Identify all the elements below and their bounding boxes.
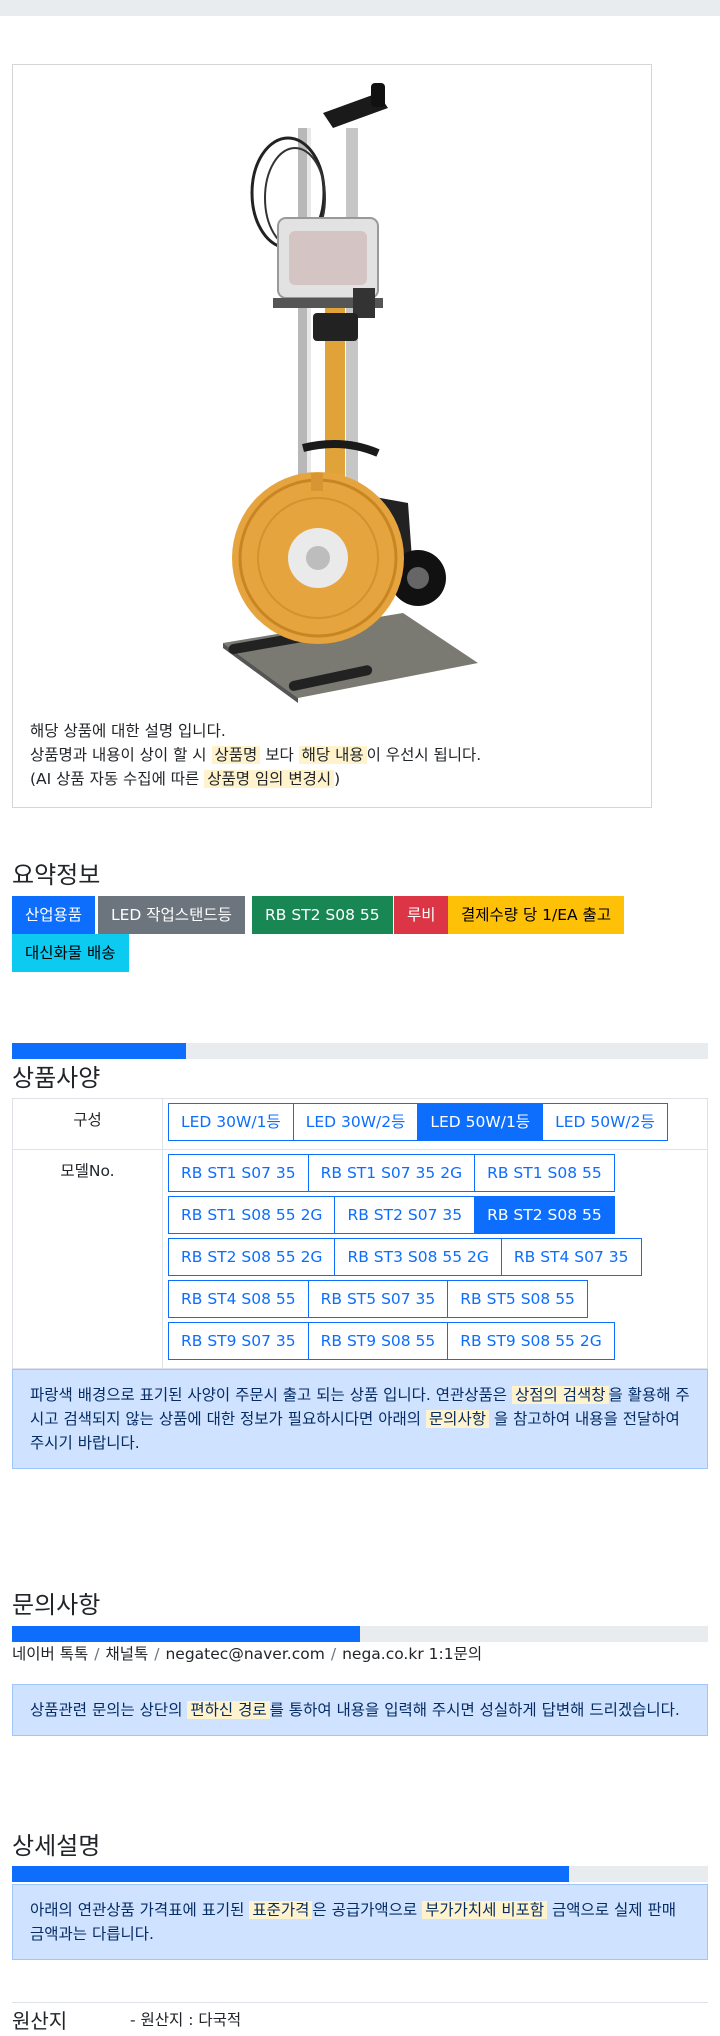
option-composition-selected[interactable]: LED 50W/1등 bbox=[417, 1103, 544, 1141]
badge-subcategory: LED 작업스탠드등 bbox=[98, 896, 245, 934]
spec-row-model: 모델No. RB ST1 S07 35 RB ST1 S07 35 2G RB ST… bbox=[12, 1149, 708, 1369]
option-row: RB ST1 S08 55 2G RB ST2 S07 35 RB ST2 S08 … bbox=[168, 1196, 707, 1238]
origin-value: - 원산지 : 다국적 bbox=[130, 2011, 242, 2029]
option-model[interactable]: RB ST3 S08 55 2G bbox=[334, 1238, 502, 1276]
spec-progress-fill bbox=[12, 1043, 186, 1059]
spec-notice: 파랑색 배경으로 표기된 사양이 주문시 출고 되는 상품 입니다. 연관상품은… bbox=[12, 1369, 708, 1469]
spec-row-composition: 구성 LED 30W/1등 LED 30W/2등 LED 50W/1등 LED 50W… bbox=[12, 1098, 708, 1150]
option-model-selected[interactable]: RB ST2 S08 55 bbox=[474, 1196, 615, 1234]
badge-shipping: 대신화물 배송 bbox=[12, 934, 129, 972]
detail-notice: 아래의 연관상품 가격표에 표기된 표준가격 은 공급가액으로 부가가치세 비포함… bbox=[12, 1884, 708, 1960]
badge-category: 산업용품 bbox=[12, 896, 96, 934]
option-row: RB ST1 S07 35 RB ST1 S07 35 2G RB ST1 S08 … bbox=[168, 1154, 707, 1196]
description-text: (AI 상품 자동 수집에 따른 bbox=[30, 770, 205, 788]
badge-brand: 루비 bbox=[394, 896, 449, 934]
notice-text: 은 공급가액으로 bbox=[312, 1901, 423, 1919]
spec-label-model: 모델No. bbox=[12, 1149, 163, 1369]
summary-title: 요약정보 bbox=[12, 861, 101, 889]
channel-website-inquiry[interactable]: nega.co.kr 1:1문의 bbox=[342, 1645, 482, 1663]
product-description: 해당 상품에 대한 설명 입니다. 상품명과 내용이 상이 할 시 상품명 보다… bbox=[30, 719, 481, 791]
option-model[interactable]: RB ST4 S08 55 bbox=[168, 1280, 309, 1318]
option-model[interactable]: RB ST9 S07 35 bbox=[168, 1322, 309, 1360]
option-model[interactable]: RB ST1 S08 55 2G bbox=[168, 1196, 336, 1234]
notice-text: 파랑색 배경으로 표기된 사양이 주문시 출고 되는 상품 입니다. 연관상품은 bbox=[30, 1386, 512, 1404]
description-text: 이 우선시 됩니다. bbox=[366, 746, 482, 764]
option-composition[interactable]: LED 50W/2등 bbox=[542, 1103, 668, 1141]
option-model[interactable]: RB ST1 S07 35 bbox=[168, 1154, 309, 1192]
detail-title: 상세설명 bbox=[12, 1832, 101, 1860]
spec-progress bbox=[12, 1043, 708, 1059]
option-model[interactable]: RB ST5 S07 35 bbox=[307, 1280, 449, 1318]
highlight-product-name: 상품명 bbox=[211, 746, 261, 764]
option-row: LED 30W/1등 LED 30W/2등 LED 50W/1등 LED 50W/2등 bbox=[168, 1103, 707, 1145]
channel-naver-talk[interactable]: 네이버 톡톡 bbox=[12, 1645, 88, 1663]
channel-separator: / bbox=[94, 1645, 100, 1663]
option-model[interactable]: RB ST1 S08 55 bbox=[474, 1154, 615, 1192]
description-line-3: (AI 상품 자동 수집에 따른 상품명 임의 변경시) bbox=[30, 767, 481, 791]
option-row: RB ST4 S08 55 RB ST5 S07 35 RB ST5 S08 55 bbox=[168, 1280, 707, 1322]
inquiry-progress-fill bbox=[12, 1626, 360, 1642]
option-composition[interactable]: LED 30W/1등 bbox=[168, 1103, 294, 1141]
highlight-inquiry: 문의사항 bbox=[425, 1410, 489, 1428]
highlight-standard-price: 표준가격 bbox=[249, 1901, 313, 1919]
option-model[interactable]: RB ST4 S07 35 bbox=[500, 1238, 642, 1276]
option-model[interactable]: RB ST2 S07 35 bbox=[334, 1196, 476, 1234]
option-model[interactable]: RB ST9 S08 55 2G bbox=[447, 1322, 615, 1360]
composition-options: LED 30W/1등 LED 30W/2등 LED 50W/1등 LED 50W/2등 bbox=[162, 1098, 708, 1150]
highlight-name-change: 상품명 임의 변경시 bbox=[204, 770, 335, 788]
highlight-vat-excluded: 부가가치세 비포함 bbox=[422, 1901, 548, 1919]
highlight-convenient-route: 편하신 경로 bbox=[187, 1701, 270, 1719]
inquiry-notice: 상품관련 문의는 상단의 편하신 경로 를 통하여 내용을 입력해 주시면 성실하… bbox=[12, 1684, 708, 1736]
description-line-2: 상품명과 내용이 상이 할 시 상품명 보다 해당 내용 이 우선시 됩니다. bbox=[30, 743, 481, 767]
description-text: 상품명과 내용이 상이 할 시 bbox=[30, 746, 212, 764]
option-model[interactable]: RB ST5 S08 55 bbox=[447, 1280, 588, 1318]
description-line-1: 해당 상품에 대한 설명 입니다. bbox=[30, 722, 226, 740]
option-row: RB ST9 S07 35 RB ST9 S08 55 RB ST9 S08 55 … bbox=[168, 1322, 707, 1364]
detail-progress bbox=[12, 1866, 708, 1882]
badge-model: RB ST2 S08 55 bbox=[252, 896, 393, 934]
description-text: 보다 bbox=[260, 746, 299, 764]
notice-text: 아래의 연관상품 가격표에 표기된 bbox=[30, 1901, 250, 1919]
channel-channeltalk[interactable]: 채널톡 bbox=[105, 1645, 148, 1663]
product-card: 해당 상품에 대한 설명 입니다. 상품명과 내용이 상이 할 시 상품명 보다… bbox=[12, 64, 652, 808]
option-composition[interactable]: LED 30W/2등 bbox=[292, 1103, 419, 1141]
notice-text: 상품관련 문의는 상단의 bbox=[30, 1701, 188, 1719]
option-model[interactable]: RB ST2 S08 55 2G bbox=[168, 1238, 336, 1276]
option-row: RB ST2 S08 55 2G RB ST3 S08 55 2G RB ST4 S… bbox=[168, 1238, 707, 1280]
option-model[interactable]: RB ST9 S08 55 bbox=[307, 1322, 449, 1360]
detail-progress-fill bbox=[12, 1866, 569, 1882]
origin-label: 원산지 bbox=[12, 2009, 68, 2033]
highlight-search-box: 상점의 검색창 bbox=[512, 1386, 609, 1404]
badge-quantity: 결제수량 당 1/EA 출고 bbox=[448, 896, 625, 934]
model-options: RB ST1 S07 35 RB ST1 S07 35 2G RB ST1 S08 … bbox=[162, 1149, 708, 1369]
inquiry-channels: 네이버 톡톡 / 채널톡 / negatec@naver.com / nega.co.kr … bbox=[12, 1642, 482, 1664]
top-bar bbox=[0, 0, 720, 16]
description-text: ) bbox=[334, 770, 341, 788]
channel-separator: / bbox=[154, 1645, 160, 1663]
spec-table: 구성 LED 30W/1등 LED 30W/2등 LED 50W/1등 LED 50W… bbox=[12, 1098, 708, 1369]
notice-text: 를 통하여 내용을 입력해 주시면 성실하게 답변해 드리겠습니다. bbox=[269, 1701, 680, 1719]
highlight-content: 해당 내용 bbox=[298, 746, 367, 764]
product-image bbox=[223, 83, 478, 703]
channel-email[interactable]: negatec@naver.com bbox=[165, 1645, 324, 1663]
channel-separator: / bbox=[330, 1645, 337, 1663]
origin-row: 원산지 - 원산지 : 다국적 bbox=[12, 2002, 708, 2036]
option-model[interactable]: RB ST1 S07 35 2G bbox=[307, 1154, 476, 1192]
spec-title: 상품사양 bbox=[12, 1064, 101, 1092]
inquiry-progress bbox=[12, 1626, 708, 1642]
inquiry-title: 문의사항 bbox=[12, 1591, 101, 1619]
spec-label-composition: 구성 bbox=[12, 1098, 163, 1150]
